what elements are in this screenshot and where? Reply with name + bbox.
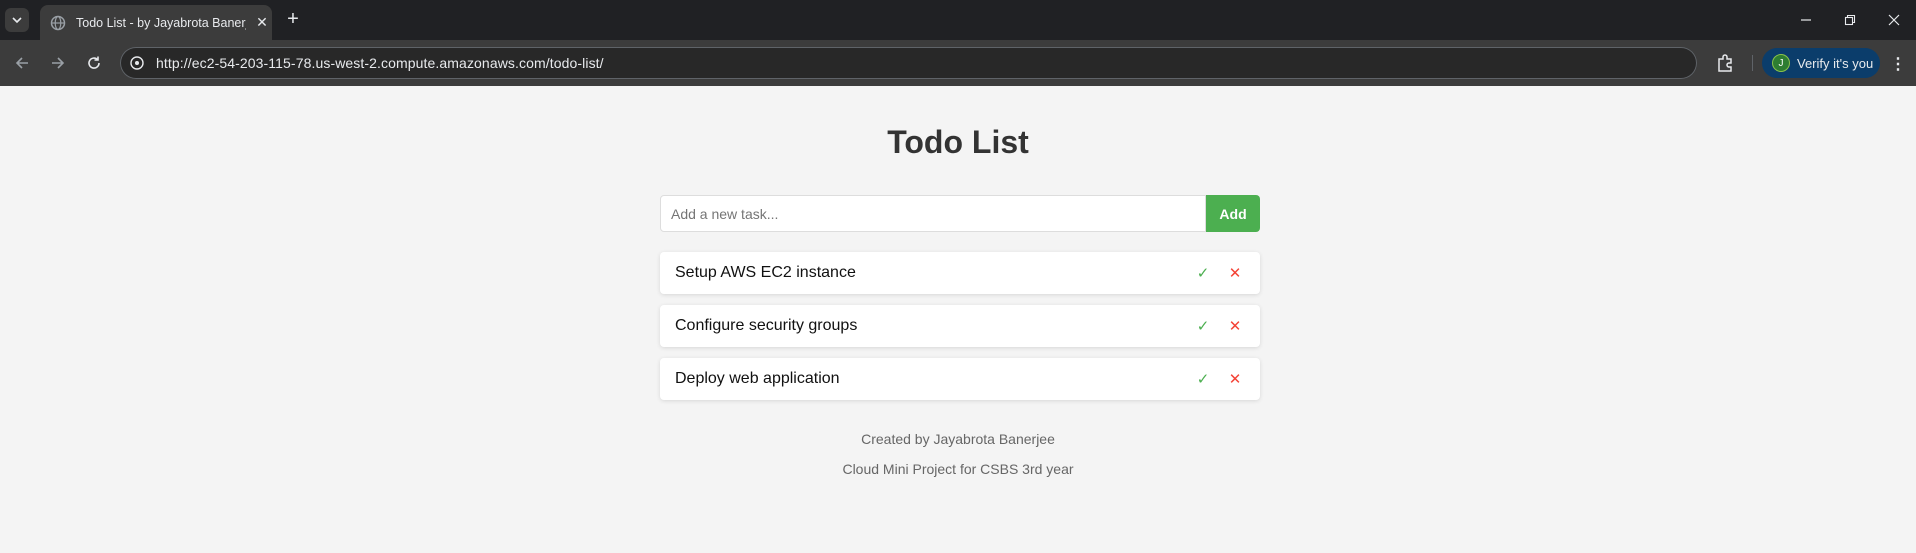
check-icon[interactable]: ✓: [1193, 264, 1213, 282]
add-task-form: Add: [660, 195, 1260, 232]
delete-icon[interactable]: ✕: [1225, 317, 1245, 335]
footer-project: Cloud Mini Project for CSBS 3rd year: [842, 461, 1074, 477]
site-info-icon[interactable]: [130, 56, 144, 70]
page-title: Todo List: [887, 124, 1029, 160]
forward-icon[interactable]: [48, 53, 68, 73]
avatar: J: [1772, 54, 1790, 72]
check-icon[interactable]: ✓: [1193, 370, 1213, 388]
toolbar-divider: [1752, 55, 1753, 71]
profile-label: Verify it's you: [1797, 55, 1874, 71]
profile-button[interactable]: J Verify it's you: [1762, 48, 1880, 78]
todo-text: Setup AWS EC2 instance: [675, 264, 856, 281]
task-input[interactable]: [660, 195, 1207, 232]
tab-strip: Todo List - by Jayabrota Banerjee ✕ +: [0, 0, 1916, 40]
todo-text: Configure security groups: [675, 317, 858, 334]
restore-icon[interactable]: [1828, 0, 1872, 40]
toolbar: http://ec2-54-203-115-78.us-west-2.compu…: [0, 40, 1916, 86]
footer-credit: Created by Jayabrota Banerjee: [861, 431, 1055, 447]
list-item: Setup AWS EC2 instance ✓ ✕: [660, 252, 1260, 294]
menu-icon[interactable]: ⋮: [1890, 54, 1906, 74]
tab-title: Todo List - by Jayabrota Banerjee: [76, 15, 246, 30]
extensions-icon[interactable]: [1714, 52, 1736, 74]
delete-icon[interactable]: ✕: [1225, 370, 1245, 388]
list-item: Configure security groups ✓ ✕: [660, 305, 1260, 347]
browser-chrome: Todo List - by Jayabrota Banerjee ✕ + ht…: [0, 0, 1916, 86]
tab-search-icon[interactable]: [5, 8, 29, 32]
close-window-icon[interactable]: [1872, 0, 1916, 40]
reload-icon[interactable]: [84, 53, 104, 73]
address-bar[interactable]: http://ec2-54-203-115-78.us-west-2.compu…: [120, 47, 1697, 79]
url-text: http://ec2-54-203-115-78.us-west-2.compu…: [156, 55, 604, 71]
check-icon[interactable]: ✓: [1193, 317, 1213, 335]
page-content: Todo List Add Setup AWS EC2 instance ✓ ✕…: [0, 86, 1916, 553]
active-tab[interactable]: Todo List - by Jayabrota Banerjee ✕: [40, 5, 272, 40]
minimize-icon[interactable]: [1784, 0, 1828, 40]
globe-icon: [50, 15, 66, 30]
delete-icon[interactable]: ✕: [1225, 264, 1245, 282]
add-button[interactable]: Add: [1206, 195, 1260, 232]
plus-icon[interactable]: +: [282, 8, 304, 30]
back-icon[interactable]: [12, 53, 32, 73]
list-item: Deploy web application ✓ ✕: [660, 358, 1260, 400]
todo-text: Deploy web application: [675, 370, 840, 387]
close-icon[interactable]: ✕: [254, 14, 270, 31]
